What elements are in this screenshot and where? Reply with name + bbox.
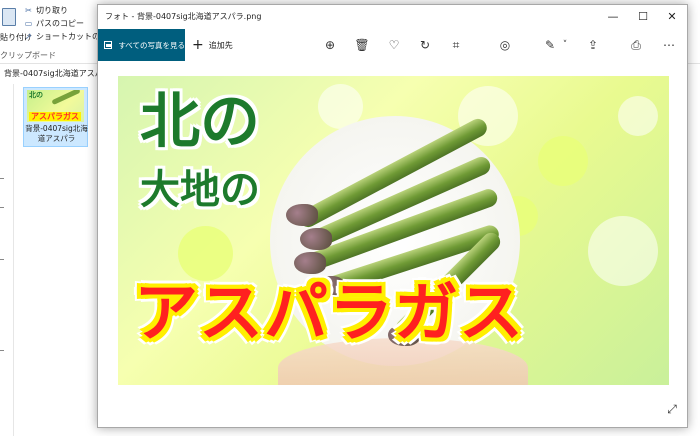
paste-shortcut-icon: ↗	[25, 31, 32, 41]
add-to-label: 追加先	[208, 40, 233, 50]
file-item[interactable]: 北の アスパラガス 背景-0407sig北海道アスパラ	[23, 87, 88, 147]
clipboard-group-label: クリップボード	[0, 51, 56, 60]
copy-path-label: パスのコピー	[36, 18, 84, 28]
minimize-button[interactable]: —	[598, 5, 628, 29]
maximize-button[interactable]: ☐	[628, 5, 658, 29]
nav-chevron	[0, 178, 4, 179]
fullscreen-icon[interactable]: ⤢	[664, 401, 680, 417]
photos-toolbar: すべての写真を見る + 追加先 ⊕ 🗑 ♡ ↻ ⌗ ◎ ✎ ˅ ⇪ ⎙ ⋯	[98, 29, 687, 61]
rotate-icon[interactable]: ↻	[414, 29, 436, 61]
close-button[interactable]: ✕	[657, 5, 687, 29]
nav-chevron	[0, 350, 4, 351]
bokeh-light	[588, 216, 658, 286]
cut-button[interactable]: ✂ 切り取り	[24, 4, 68, 16]
nav-chevron	[0, 207, 4, 208]
title-bar[interactable]: フォト - 背景-0407sig北海道アスパラ.png — ☐ ✕	[98, 5, 687, 29]
thumb-subtitle: アスパラガス	[29, 112, 81, 121]
more-icon[interactable]: ⋯	[658, 29, 680, 61]
asparagus-tip	[294, 252, 326, 274]
clipboard-icon	[2, 8, 16, 26]
add-to-button[interactable]: + 追加先	[192, 29, 233, 61]
photos-window: フォト - 背景-0407sig北海道アスパラ.png — ☐ ✕ すべての写真…	[97, 4, 688, 428]
copy-path-icon: ▭	[24, 18, 33, 28]
cut-label: 切り取り	[36, 5, 68, 15]
favorite-icon[interactable]: ♡	[383, 29, 405, 61]
asparagus-thumb	[51, 90, 81, 106]
photo-viewer[interactable]: 北の 大地の アスパラガス	[118, 76, 669, 385]
asparagus-tip	[286, 204, 318, 226]
bokeh-light	[538, 136, 588, 186]
navigation-pane[interactable]	[0, 84, 14, 436]
crop-icon[interactable]: ⌗	[445, 29, 467, 61]
window-title: フォト - 背景-0407sig北海道アスパラ.png	[105, 12, 262, 21]
file-name: 背景-0407sig北海道アスパラ	[25, 124, 88, 143]
zoom-icon[interactable]: ⊕	[319, 29, 341, 61]
image-title-line3: アスパラガス	[134, 277, 524, 351]
copy-path-button[interactable]: ▭ パスのコピー	[24, 17, 84, 29]
chevron-down-icon[interactable]: ˅	[554, 29, 576, 61]
image-title-line2: 大地の	[140, 167, 260, 213]
file-thumbnail: 北の アスパラガス	[27, 90, 84, 122]
delete-icon[interactable]: 🗑	[351, 29, 373, 61]
nav-chevron	[0, 259, 4, 260]
asparagus-tip	[300, 228, 332, 250]
print-icon[interactable]: ⎙	[625, 29, 647, 61]
see-all-photos-button[interactable]: すべての写真を見る	[98, 29, 185, 61]
image-title-line1: 北の	[140, 87, 260, 157]
enhance-icon[interactable]: ◎	[494, 29, 516, 61]
photo-icon	[104, 41, 113, 49]
address-bar[interactable]: 背景-0407sig北海道アスパラ	[0, 66, 100, 82]
scissors-icon: ✂	[25, 5, 32, 15]
bokeh-light	[618, 96, 658, 136]
thumb-title: 北の	[29, 91, 43, 99]
plus-icon: +	[192, 37, 204, 53]
see-all-label: すべての写真を見る	[118, 40, 185, 50]
share-icon[interactable]: ⇪	[582, 29, 604, 61]
paste-button[interactable]: 貼り付け	[0, 4, 32, 52]
